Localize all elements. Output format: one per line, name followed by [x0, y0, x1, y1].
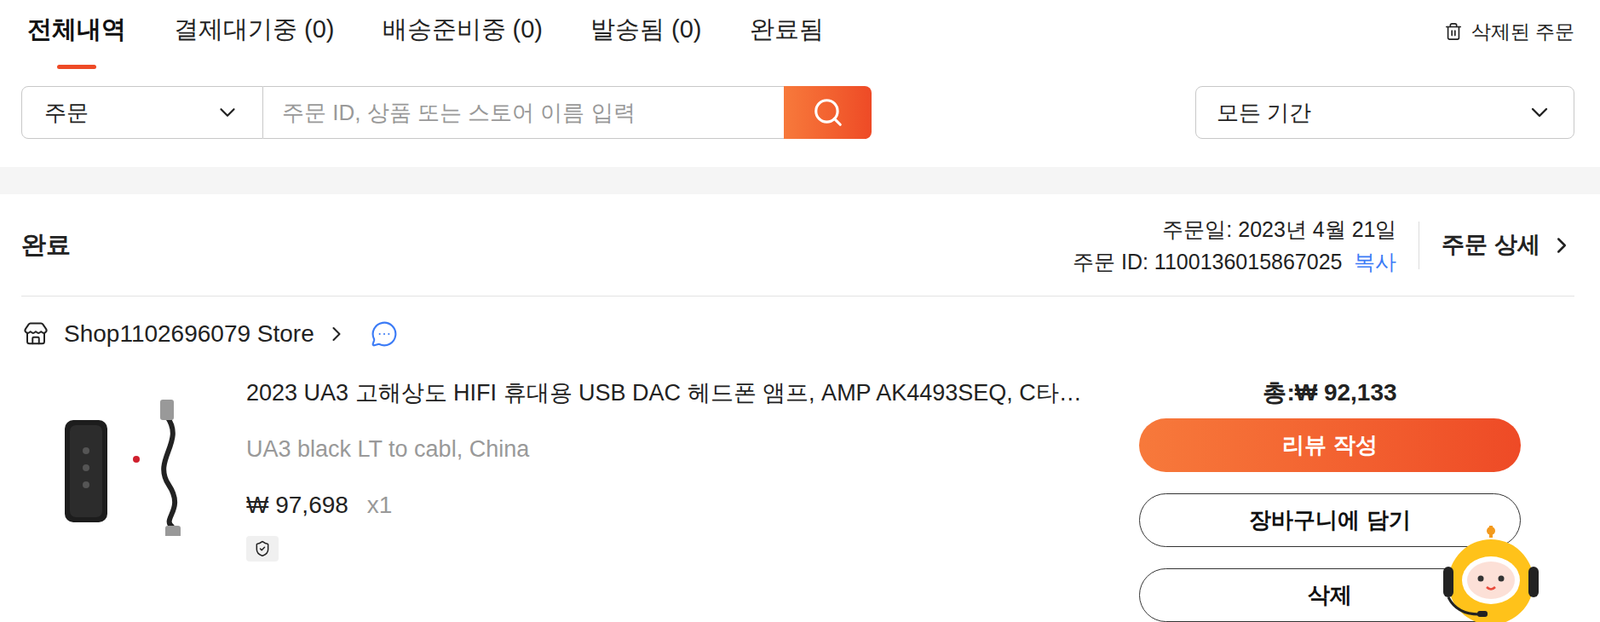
period-dropdown[interactable]: 모든 기간 [1195, 86, 1575, 139]
order-detail-link[interactable]: 주문 상세 [1441, 227, 1575, 263]
shield-check-icon [253, 540, 271, 558]
order-total: 총:₩ 92,133 [1262, 377, 1397, 409]
chevron-right-icon [1548, 232, 1575, 259]
section-divider [0, 166, 1600, 195]
product-variant: UA3 black LT to cabl, China [246, 433, 1083, 465]
chevron-down-icon [214, 99, 241, 126]
store-icon [23, 321, 49, 347]
orders-page: 전체내역 결제대기중 (0) 배송준비중 (0) 발송됨 (0) 완료됨 삭제된 주문주문… [0, 0, 1600, 622]
assistant-mascot-icon[interactable] [1439, 525, 1543, 622]
store-link[interactable]: Shop1102696079 Store [63, 320, 349, 348]
order-tab[interactable]: 완료됨 [749, 11, 824, 70]
search-input[interactable]: 주문 ID, 상품 또는 스토어 이름 입력 [263, 86, 784, 139]
chevron-down-icon [1525, 98, 1554, 127]
chat-icon[interactable] [370, 320, 398, 348]
order-id: 주문 ID: 1100136015867025 [1072, 245, 1342, 278]
search-row: 주문주문 ID, 상품 또는 스토어 이름 입력 모든 기간 [0, 86, 1600, 139]
order-tab[interactable]: 배송준비중 (0) [382, 11, 544, 70]
buyer-protection-badge [246, 535, 279, 562]
order-action-button[interactable]: 리뷰 작성 [1139, 418, 1521, 472]
tabs-bar: 전체내역 결제대기중 (0) 배송준비중 (0) 발송됨 (0) 완료됨 삭제된 주문 [0, 0, 1600, 70]
order-tab[interactable]: 결제대기중 (0) [173, 11, 335, 70]
trash-icon [1444, 22, 1463, 41]
order-card: 완료 주문일: 2023년 4월 21일주문 ID: 11001360158670… [0, 194, 1600, 622]
order-action-button[interactable]: 장바구니에 담기 [1139, 493, 1521, 547]
search-category-dropdown[interactable]: 주문 [21, 86, 264, 139]
order-tab[interactable]: 발송됨 (0) [590, 11, 703, 70]
copy-button[interactable]: 복사 [1353, 245, 1397, 278]
deleted-orders-link[interactable]: 삭제된 주문 [1444, 17, 1575, 47]
product-image[interactable] [40, 382, 215, 567]
product-title[interactable]: 2023 UA3 고해상도 HIFI 휴대용 USB DAC 헤드폰 앰프, A… [246, 377, 1083, 409]
order-header: 완료 주문일: 2023년 4월 21일주문 ID: 11001360158670… [21, 194, 1575, 297]
product-quantity: x1 [367, 489, 393, 521]
search-button[interactable] [783, 86, 872, 139]
store-row: Shop1102696079 Store [21, 320, 1575, 348]
order-date: 주문일: 2023년 4월 21일 [1162, 212, 1397, 246]
order-item: 2023 UA3 고해상도 HIFI 휴대용 USB DAC 헤드폰 앰프, A… [21, 377, 1575, 622]
product-price: ₩ 97,698 [246, 489, 349, 521]
order-tab[interactable]: 전체내역 [27, 11, 127, 70]
chevron-right-icon [324, 322, 349, 346]
search-icon [811, 96, 845, 129]
order-status: 완료 [21, 226, 71, 265]
